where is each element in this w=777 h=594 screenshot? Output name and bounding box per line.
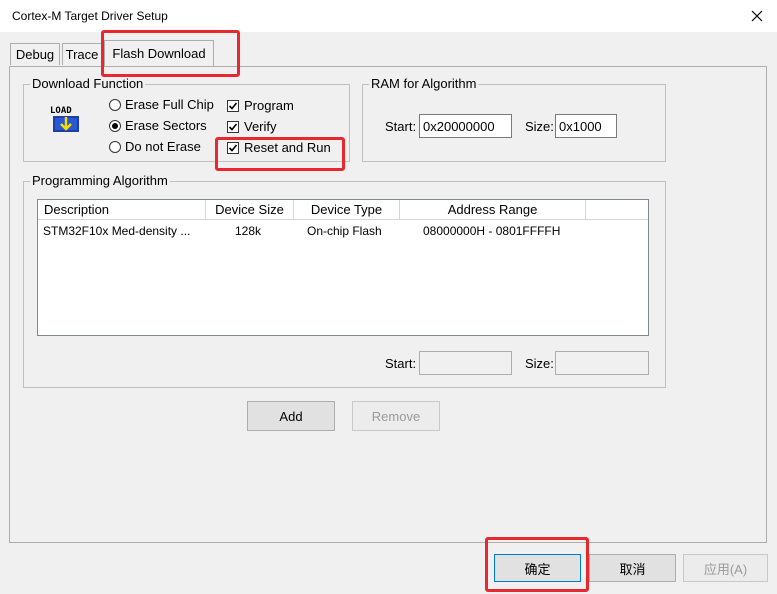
erase-full-chip-label: Erase Full Chip — [125, 97, 214, 112]
cell-description[interactable]: STM32F10x Med-density ... — [43, 224, 190, 238]
tab-trace[interactable]: Trace — [62, 43, 102, 65]
load-icon: LOAD — [50, 103, 84, 135]
tab-label: Debug — [15, 47, 55, 62]
programming-algorithm-label: Programming Algorithm — [30, 173, 170, 188]
column-header-address-range[interactable]: Address Range — [400, 200, 586, 220]
ram-size-label: Size: — [525, 119, 554, 134]
window-title: Cortex-M Target Driver Setup — [12, 9, 168, 23]
radio-erase-sectors[interactable] — [109, 120, 121, 132]
cell-device-type[interactable]: On-chip Flash — [307, 224, 382, 238]
program-label: Program — [244, 98, 294, 113]
algo-size-input — [555, 351, 649, 375]
tab-flash-download[interactable]: Flash Download — [104, 40, 214, 66]
svg-text:LOAD: LOAD — [50, 106, 72, 116]
tab-debug[interactable]: Debug — [10, 43, 60, 65]
add-button[interactable]: Add — [247, 401, 335, 431]
ram-start-input[interactable] — [419, 114, 512, 138]
apply-button: 应用(A) — [683, 554, 768, 582]
erase-sectors-label: Erase Sectors — [125, 118, 207, 133]
checkbox-program[interactable] — [227, 100, 239, 112]
algorithm-list[interactable]: Description Device Size Device Type Addr… — [37, 199, 649, 336]
radio-erase-full-chip[interactable] — [109, 99, 121, 111]
check-icon — [228, 123, 238, 131]
column-header-device-size[interactable]: Device Size — [206, 200, 294, 220]
highlight-ok-button — [485, 537, 589, 592]
check-icon — [228, 102, 238, 110]
highlight-reset-and-run — [215, 137, 345, 171]
cell-device-size[interactable]: 128k — [235, 224, 261, 238]
column-header-description[interactable]: Description — [38, 200, 206, 220]
close-icon — [751, 10, 763, 22]
algo-size-label: Size: — [525, 356, 554, 371]
ram-algorithm-label: RAM for Algorithm — [369, 76, 479, 91]
column-header-device-type[interactable]: Device Type — [294, 200, 400, 220]
cell-address-range[interactable]: 08000000H - 0801FFFFH — [423, 224, 560, 238]
ram-start-label: Start: — [385, 119, 417, 134]
remove-button: Remove — [352, 401, 440, 431]
verify-label: Verify — [244, 119, 277, 134]
do-not-erase-label: Do not Erase — [125, 139, 201, 154]
cancel-button[interactable]: 取消 — [589, 554, 676, 582]
close-button[interactable] — [747, 6, 767, 26]
tab-label: Trace — [65, 47, 99, 62]
column-header-empty — [586, 200, 648, 220]
algo-start-input — [419, 351, 512, 375]
download-function-label: Download Function — [30, 76, 146, 91]
algo-start-label: Start: — [385, 356, 417, 371]
checkbox-verify[interactable] — [227, 121, 239, 133]
radio-do-not-erase[interactable] — [109, 141, 121, 153]
radio-selected-dot — [112, 123, 118, 129]
ram-size-input[interactable] — [555, 114, 617, 138]
tab-label: Flash Download — [112, 46, 206, 61]
